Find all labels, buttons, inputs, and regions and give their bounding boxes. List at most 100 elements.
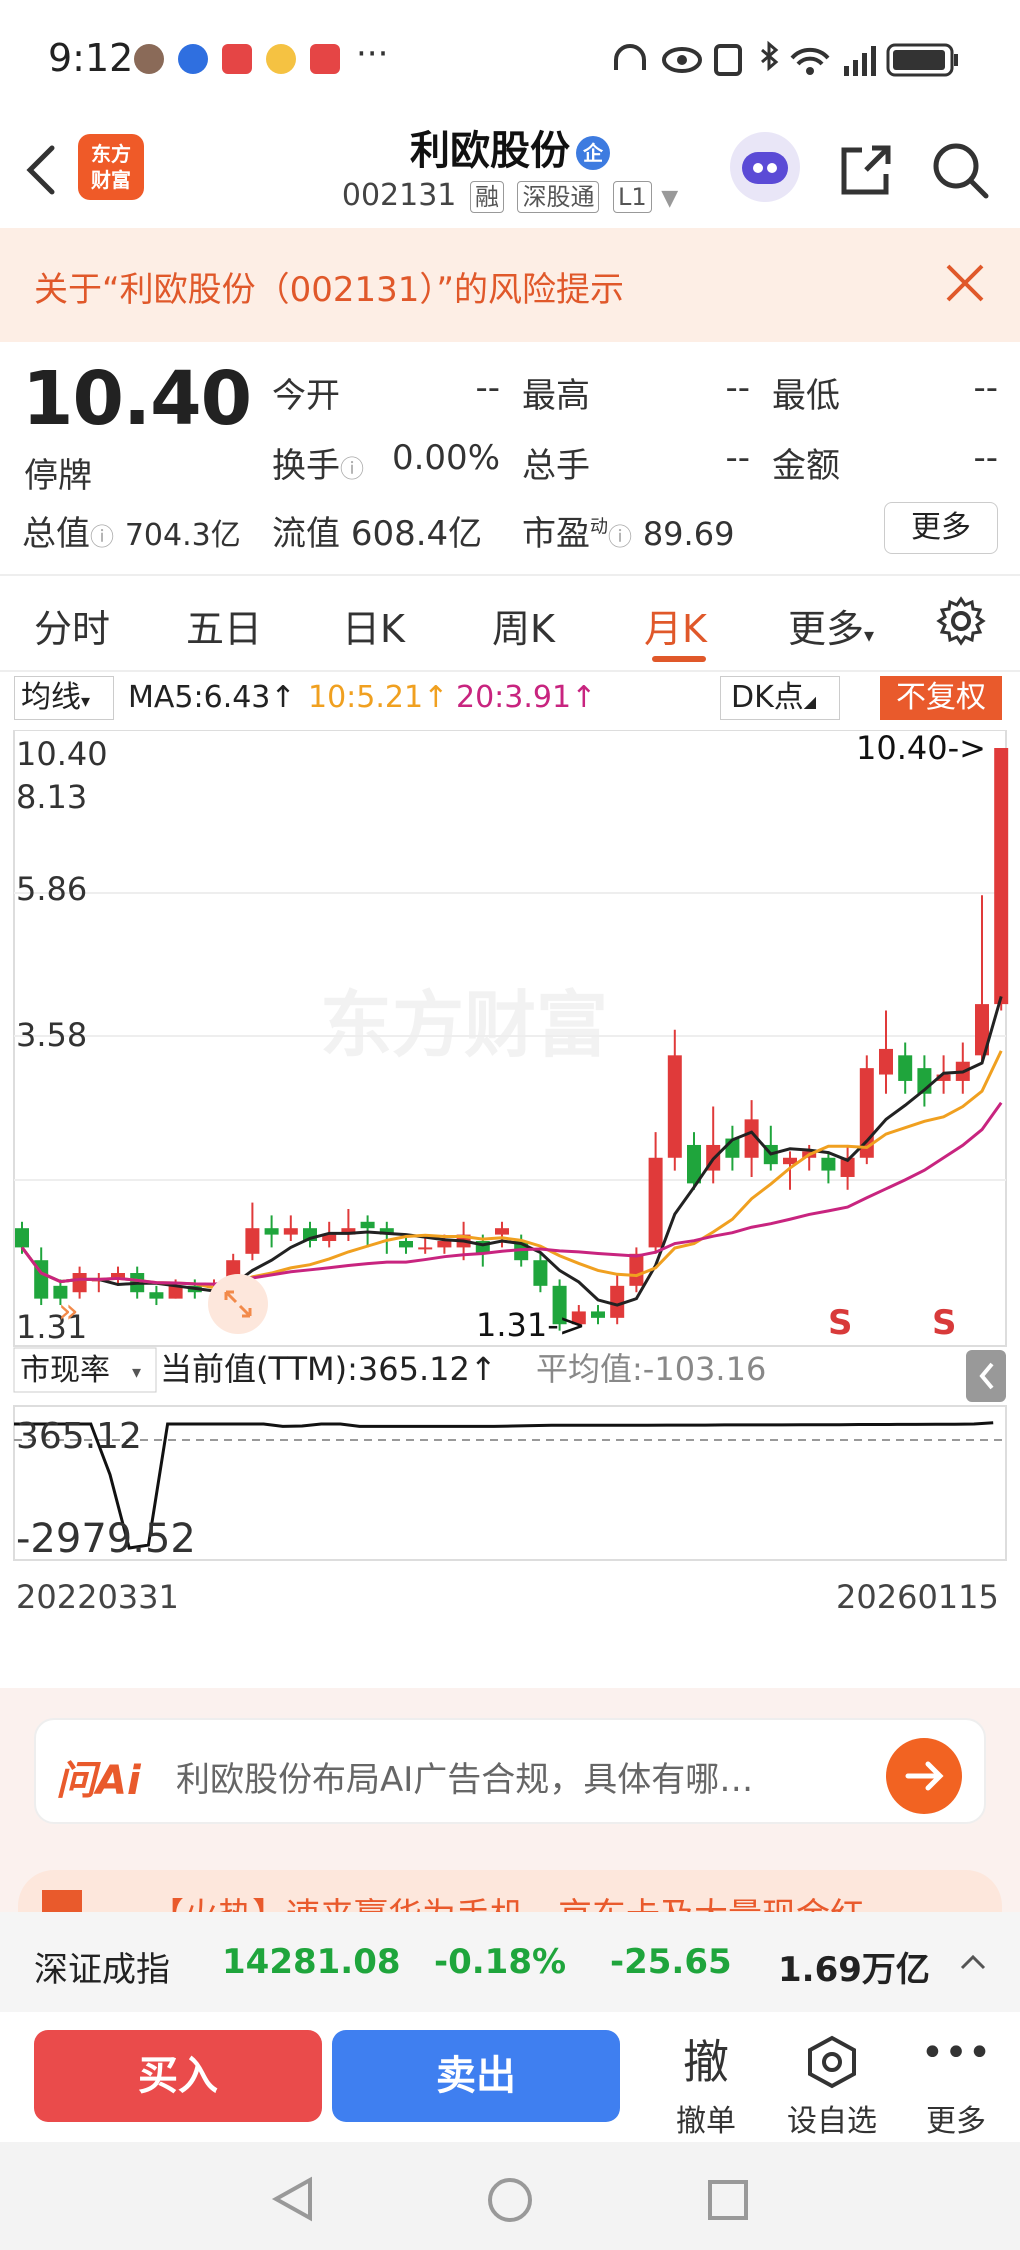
signal-icon — [844, 66, 849, 76]
expand-left-icon[interactable]: » — [58, 1291, 79, 1331]
candle — [418, 1247, 433, 1250]
tick-label: 8.13 — [16, 778, 87, 816]
more-label[interactable]: 更多 — [906, 2096, 1006, 2140]
sell-mark: S — [828, 1303, 853, 1343]
system-status-icons — [614, 40, 958, 77]
close-icon[interactable] — [940, 252, 990, 312]
fullscreen-icon[interactable] — [208, 1274, 268, 1334]
dk-point-button[interactable]: DK点◢ — [720, 676, 840, 720]
collapse-panel-button[interactable] — [966, 1350, 1006, 1402]
candle — [72, 1273, 87, 1293]
candle — [879, 1048, 893, 1075]
cancel-order-icon[interactable]: 撤 — [666, 2026, 746, 2092]
ma5-value: MA5:6.43↑ — [128, 680, 296, 715]
go-arrow-button[interactable] — [886, 1738, 962, 1814]
ai-question-bar[interactable]: 问Ai 利欧股份布局AI广告合规，具体有哪… — [34, 1718, 986, 1824]
info-icon: ⓘ — [340, 455, 364, 483]
tab-daily-k[interactable]: 日K — [342, 598, 405, 653]
add-watchlist-label[interactable]: 设自选 — [782, 2096, 882, 2140]
quote-value-low: -- — [973, 368, 998, 408]
index-bar[interactable]: 深证成指 14281.08 -0.18% -25.65 1.69万亿 — [0, 1912, 1020, 2012]
candle — [898, 1055, 913, 1081]
index-value: 14281.08 — [222, 1942, 401, 1982]
tab-five-day[interactable]: 五日 — [186, 598, 262, 653]
tab-weekly-k[interactable]: 周K — [492, 598, 555, 653]
info-icon: ⓘ — [608, 523, 632, 551]
indicator-current: 当前值(TTM):365.12↑ — [160, 1350, 497, 1388]
wifi-icon — [790, 47, 830, 66]
weibo-icon — [266, 44, 296, 74]
nav-recents-icon[interactable] — [706, 2178, 750, 2222]
add-watchlist-icon[interactable] — [804, 2034, 860, 2090]
pe-ratio: 市盈动ⓘ 89.69 — [522, 514, 735, 554]
status-bar: 9:12 ··· — [0, 0, 1020, 110]
indicator-bottom-label: -2979.52 — [16, 1516, 196, 1562]
no-adjust-button[interactable]: 不复权 — [880, 676, 1002, 720]
nav-home-icon[interactable] — [486, 2176, 534, 2224]
tab-more[interactable]: 更多▾ — [788, 598, 874, 653]
buy-button[interactable]: 买入 — [34, 2030, 322, 2122]
headphones-icon — [614, 44, 646, 70]
k-line-chart[interactable]: 东方财富 10.40 8.13 5.86 3.58 1.31 10.40-> 1… — [0, 730, 1020, 1680]
enterprise-badge: 企 — [576, 136, 610, 170]
more-button[interactable]: 更多 — [884, 502, 998, 554]
candle — [149, 1292, 164, 1299]
low-marker: 1.31-> — [476, 1306, 586, 1344]
high-marker: 10.40-> — [856, 730, 986, 767]
quote-value-volume: -- — [725, 438, 750, 478]
divider — [0, 670, 1020, 672]
nav-back-icon[interactable] — [270, 2176, 316, 2222]
candle — [264, 1228, 279, 1235]
indicator-top-label: 365.12 — [16, 1416, 142, 1457]
tab-intraday[interactable]: 分时 — [34, 598, 110, 653]
stock-code: 002131 — [341, 178, 457, 213]
quote-value-open: -- — [475, 368, 500, 408]
risk-text[interactable]: 关于“利欧股份（002131）”的风险提示 — [34, 262, 624, 311]
ma20-value: 20:3.91↑ — [456, 680, 597, 715]
app-icon — [222, 44, 252, 74]
trading-status: 停牌 — [24, 456, 92, 496]
search-icon[interactable] — [930, 140, 990, 200]
indicator-select-label[interactable]: 市现率 — [20, 1353, 110, 1388]
candle — [667, 1055, 682, 1158]
sell-button[interactable]: 卖出 — [332, 2030, 620, 2122]
connect-tag: 深股通 — [517, 181, 600, 213]
baidu-icon — [178, 44, 208, 74]
current-price: 10.40 — [22, 356, 252, 442]
tab-monthly-k[interactable]: 月K — [644, 598, 707, 653]
tick-label: 5.86 — [16, 870, 87, 908]
status-time: 9:12 — [48, 36, 134, 80]
quote-label-turnover: 换手ⓘ — [272, 446, 364, 486]
gear-icon[interactable] — [936, 596, 986, 646]
more-dots-icon[interactable]: ••• — [916, 2030, 996, 2076]
avatar-icon — [134, 44, 164, 74]
more-notifications-icon: ··· — [356, 34, 389, 74]
arrow-right-icon — [905, 1761, 944, 1791]
candle — [821, 1157, 836, 1171]
index-pct: -0.18% — [434, 1942, 567, 1982]
quote-value-high: -- — [725, 368, 750, 408]
ai-logo: 问Ai — [56, 1758, 141, 1804]
ai-question-text[interactable]: 利欧股份布局AI广告合规，具体有哪… — [176, 1752, 753, 1801]
chevron-up-icon[interactable] — [958, 1952, 988, 1972]
ai-robot-icon[interactable] — [730, 132, 800, 202]
date-end: 20260115 — [836, 1578, 999, 1616]
info-icon: ⓘ — [90, 523, 114, 551]
bluetooth-icon — [761, 40, 779, 72]
quote-label-volume: 总手 — [522, 446, 590, 486]
share-icon[interactable] — [836, 140, 896, 200]
tick-label: 3.58 — [16, 1016, 87, 1054]
action-bar: 买入 卖出 撤 撤单 设自选 ••• 更多 — [0, 2012, 1020, 2142]
quote-label-amount: 金额 — [772, 446, 840, 486]
divider — [0, 574, 1020, 576]
level-tag: L1 — [613, 181, 652, 213]
date-start: 20220331 — [16, 1578, 179, 1616]
ma-select[interactable]: 均线▾ — [14, 676, 114, 720]
risk-banner[interactable]: 关于“利欧股份（002131）”的风险提示 — [0, 228, 1020, 342]
cancel-order-label[interactable]: 撤单 — [656, 2096, 756, 2140]
sell-mark: S — [932, 1303, 957, 1343]
float-market-cap: 流值 608.4亿 — [272, 514, 483, 554]
index-amount: 1.69万亿 — [778, 1950, 930, 1990]
quote-label-high: 最高 — [522, 376, 590, 416]
candle — [533, 1260, 548, 1286]
